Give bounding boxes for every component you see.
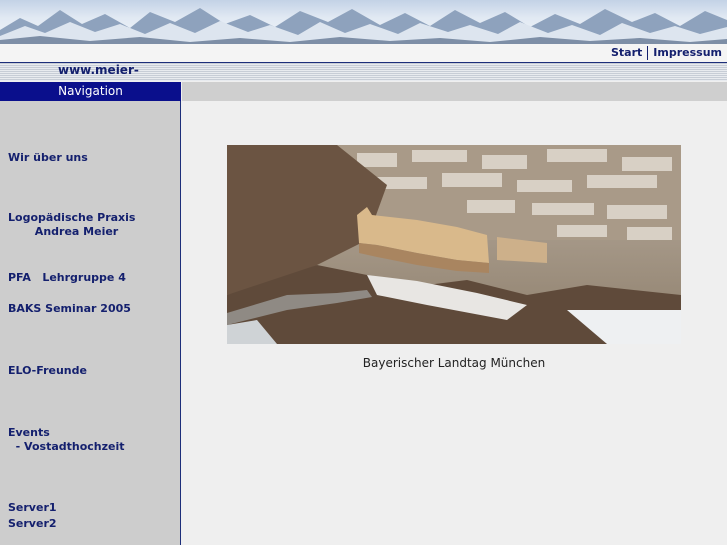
nav-item-elo-freunde[interactable]: ELO-Freunde (8, 364, 87, 378)
nav-item-label: Server1 (8, 501, 57, 514)
nav-item-label: Wir über uns (8, 151, 88, 164)
image-caption: Bayerischer Landtag München (362, 356, 546, 370)
nav-item-events[interactable]: Events - Vostadthochzeit (8, 426, 125, 454)
start-link[interactable]: Start (606, 46, 647, 60)
header-stripes: www.meier- (0, 63, 727, 81)
nav-item-label: ELO-Freunde (8, 364, 87, 377)
top-links: Start Impressum (606, 46, 727, 60)
nav-item-pfa-lehrgruppe[interactable]: PFA Lehrgruppe 4 (8, 271, 126, 285)
nav-item-label: BAKS Seminar 2005 (8, 302, 131, 315)
top-bar: Start Impressum (0, 44, 727, 63)
nav-item-logopaedische-praxis[interactable]: Logopädische Praxis Andrea Meier (8, 211, 135, 239)
nav-item-sublabel: - Vostadthochzeit (8, 440, 125, 453)
mountain-banner (0, 0, 727, 44)
nav-item-label: Events (8, 426, 50, 439)
site-name: www.meier- (58, 63, 139, 77)
nav-item-baks-seminar[interactable]: BAKS Seminar 2005 (8, 302, 131, 316)
nav-item-server2[interactable]: Server2 (8, 517, 57, 531)
navigation-header: Navigation (0, 82, 181, 101)
nav-item-label: Server2 (8, 517, 57, 530)
sidebar: Wir über uns Logopädische Praxis Andrea … (0, 101, 181, 545)
nav-item-label: PFA Lehrgruppe 4 (8, 271, 126, 284)
nav-item-wir-uber-uns[interactable]: Wir über uns (8, 151, 88, 165)
landtag-photo (227, 145, 681, 344)
nav-item-server1[interactable]: Server1 (8, 501, 57, 515)
impressum-link[interactable]: Impressum (648, 46, 727, 60)
content-header-bar (182, 82, 727, 101)
nav-item-label: Logopädische Praxis (8, 211, 136, 224)
nav-item-sublabel: Andrea Meier (8, 225, 119, 238)
